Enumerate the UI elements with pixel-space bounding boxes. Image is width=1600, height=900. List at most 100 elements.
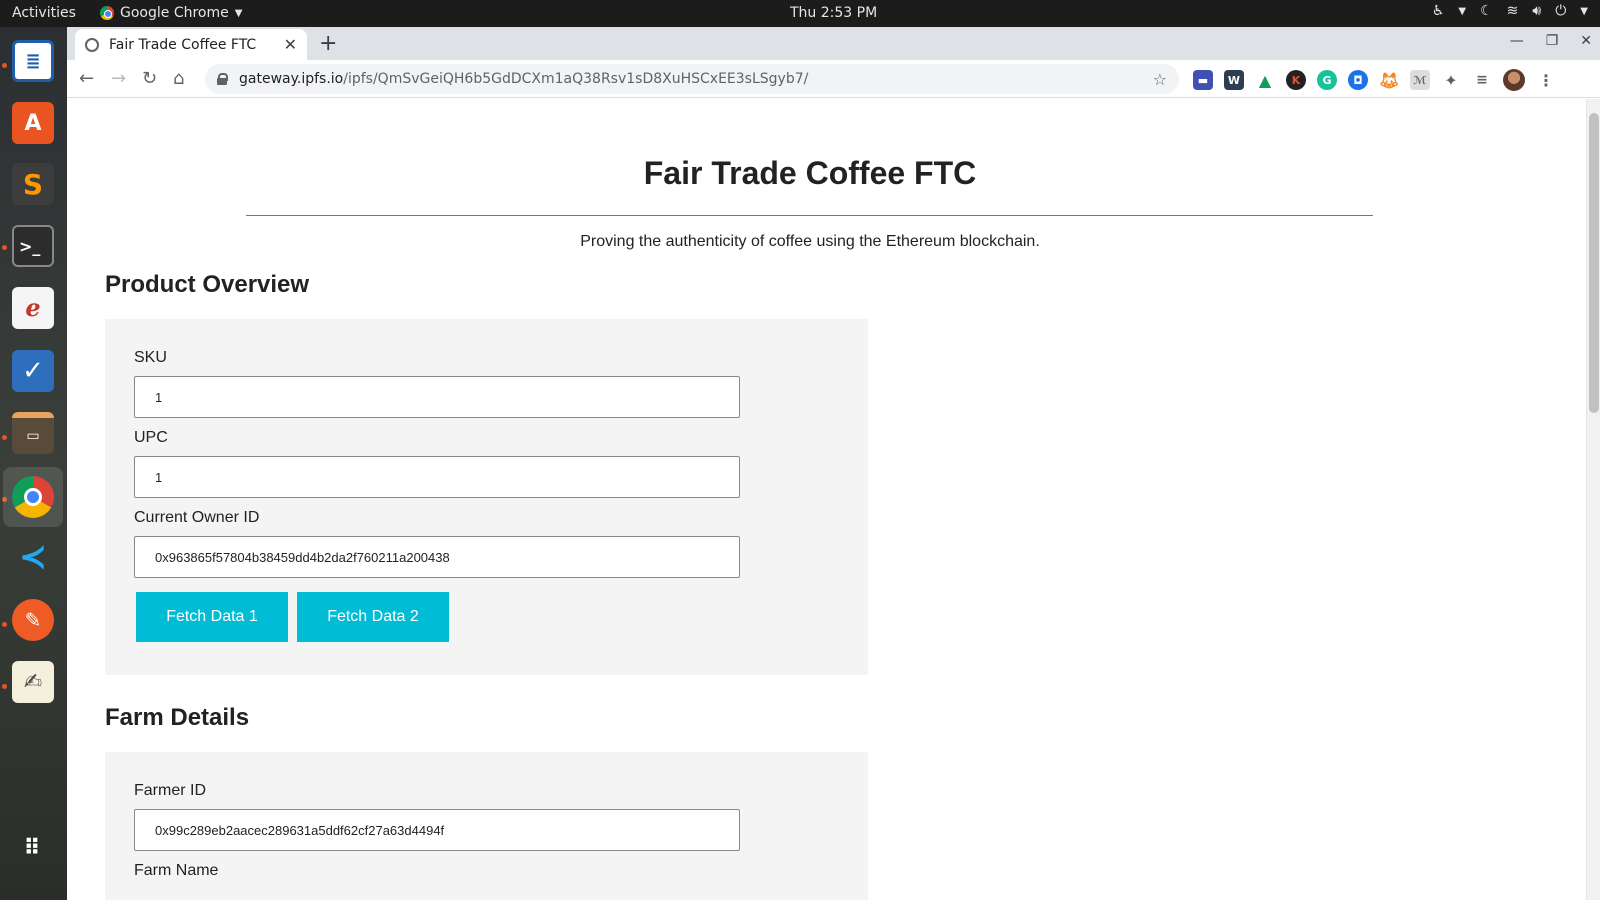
page-subtitle: Proving the authenticity of coffee using… — [580, 233, 1040, 250]
vscode-icon: ≺ — [18, 537, 48, 577]
farm-name-label: Farm Name — [134, 862, 219, 879]
bookmark-star-icon[interactable]: ☆ — [1153, 70, 1167, 89]
farm-details-panel: Farmer ID Farm Name — [105, 752, 868, 900]
chrome-small-icon — [100, 6, 114, 20]
extension-blue-icon[interactable]: ◘ — [1348, 70, 1368, 90]
farmer-id-input[interactable] — [134, 809, 740, 851]
document-viewer-launcher[interactable]: ℯ — [9, 284, 57, 332]
evince-icon: ℯ — [12, 287, 54, 329]
close-icon[interactable]: ✕ — [284, 35, 297, 54]
fetch-data-1-button[interactable]: Fetch Data 1 — [136, 592, 288, 642]
globe-icon — [85, 37, 99, 52]
sku-label: SKU — [134, 349, 167, 366]
files-icon: ▭ — [12, 412, 54, 454]
window-controls: — ❐ ✕ — [1510, 33, 1592, 49]
url-host: gateway.ipfs.io — [239, 71, 344, 87]
text-editor-icon: ✍ — [12, 661, 54, 703]
farm-details-heading: Farm Details — [105, 704, 250, 731]
extension-bookmark-icon[interactable]: ▬ — [1193, 70, 1213, 90]
dock: ≣ A S >_ ℯ ✓ ▭ ≺ ✎ ✍ ⠿ — [0, 27, 67, 900]
postman-icon: ✎ — [12, 599, 54, 641]
extension-web3-icon[interactable]: W — [1224, 70, 1244, 90]
minimize-icon[interactable]: — — [1510, 33, 1524, 49]
app-menu-label: Google Chrome — [120, 5, 229, 21]
running-indicator — [2, 435, 7, 440]
chevron-down-icon: ▼ — [234, 7, 243, 19]
tab-strip: Fair Trade Coffee FTC ✕ + — ❐ ✕ — [67, 27, 1600, 60]
page-scrollbar[interactable] — [1586, 99, 1600, 900]
chevron-down-icon: ▼ — [1580, 5, 1588, 17]
text-editor-launcher[interactable]: ✍ — [9, 658, 57, 706]
fetch-data-2-button[interactable]: Fetch Data 2 — [297, 592, 449, 642]
sku-input[interactable] — [134, 376, 740, 418]
media-control-icon[interactable]: ≡ — [1472, 70, 1492, 90]
chevron-down-icon: ▼ — [1458, 5, 1467, 17]
tab-active[interactable]: Fair Trade Coffee FTC ✕ — [75, 29, 307, 60]
current-owner-input[interactable] — [134, 536, 740, 578]
volume-icon: 🔊︎ — [1532, 3, 1542, 19]
chrome-window: Fair Trade Coffee FTC ✕ + — ❐ ✕ ← → ↻ ⌂ … — [67, 27, 1600, 900]
system-tray[interactable]: ♿ ▼ ☾ ≋ 🔊︎ ⏻ ▼ — [1432, 3, 1588, 19]
running-indicator — [2, 63, 7, 68]
lock-icon[interactable] — [217, 73, 228, 85]
profile-avatar[interactable] — [1503, 69, 1525, 91]
title-divider — [246, 215, 1373, 216]
browser-toolbar: ← → ↻ ⌂ gateway.ipfs.io /ipfs/QmSvGeiQH6… — [67, 60, 1600, 98]
extension-gray-icon[interactable]: ℳ — [1410, 70, 1430, 90]
terminal-launcher[interactable]: >_ — [9, 222, 57, 270]
restore-icon[interactable]: ❐ — [1546, 33, 1559, 49]
files-launcher[interactable]: ▭ — [9, 409, 57, 457]
chrome-launcher[interactable] — [3, 467, 63, 527]
ubuntu-software-launcher[interactable]: A — [9, 99, 57, 147]
extensions-area: ▬ W ▲ K G ◘ 🦊︎ ℳ ✦ ≡ ⋮ — [1193, 69, 1556, 91]
chrome-icon — [12, 476, 54, 518]
ubuntu-software-icon: A — [12, 102, 54, 144]
tasks-launcher[interactable]: ✓ — [9, 347, 57, 395]
reload-icon[interactable]: ↻ — [142, 68, 157, 89]
libreoffice-writer-icon: ≣ — [12, 40, 54, 82]
close-window-icon[interactable]: ✕ — [1580, 33, 1592, 49]
back-icon[interactable]: ← — [79, 68, 94, 89]
show-applications-button[interactable]: ⠿ — [9, 825, 57, 873]
clock[interactable]: Thu 2:53 PM — [790, 5, 877, 21]
running-indicator — [2, 245, 7, 250]
metamask-icon[interactable]: 🦊︎ — [1379, 70, 1399, 90]
gnome-top-bar: Activities Google Chrome ▼ Thu 2:53 PM ♿… — [0, 0, 1600, 27]
terminal-icon: >_ — [12, 225, 54, 267]
extensions-puzzle-icon[interactable]: ✦ — [1441, 70, 1461, 90]
show-apps-icon: ⠿ — [23, 836, 43, 861]
upc-label: UPC — [134, 429, 168, 446]
new-tab-button[interactable]: + — [319, 31, 337, 56]
product-overview-heading: Product Overview — [105, 271, 310, 298]
farmer-id-label: Farmer ID — [134, 782, 206, 799]
sublime-text-launcher[interactable]: S — [9, 160, 57, 208]
address-bar[interactable]: gateway.ipfs.io /ipfs/QmSvGeiQH6b5GdDCXm… — [205, 64, 1179, 94]
extension-k-icon[interactable]: K — [1286, 70, 1306, 90]
current-owner-label: Current Owner ID — [134, 509, 260, 526]
running-indicator — [2, 684, 7, 689]
postman-launcher[interactable]: ✎ — [9, 596, 57, 644]
scrollbar-thumb[interactable] — [1589, 113, 1599, 413]
tasks-icon: ✓ — [12, 350, 54, 392]
running-indicator — [2, 622, 7, 627]
kebab-menu-icon[interactable]: ⋮ — [1536, 70, 1556, 90]
wifi-icon: ≋ — [1506, 3, 1519, 19]
product-overview-panel: SKU UPC Current Owner ID Fetch Data 1 Fe… — [105, 319, 868, 675]
app-menu[interactable]: Google Chrome ▼ — [100, 5, 242, 21]
google-drive-icon[interactable]: ▲ — [1255, 70, 1275, 90]
upc-input[interactable] — [134, 456, 740, 498]
forward-icon[interactable]: → — [111, 68, 126, 89]
night-light-icon: ☾ — [1480, 3, 1493, 19]
tab-title: Fair Trade Coffee FTC — [109, 36, 257, 53]
home-icon[interactable]: ⌂ — [173, 68, 184, 89]
accessibility-icon[interactable]: ♿ — [1432, 3, 1445, 19]
sublime-text-icon: S — [12, 163, 54, 205]
vscode-launcher[interactable]: ≺ — [9, 533, 57, 581]
libreoffice-writer-launcher[interactable]: ≣ — [9, 37, 57, 85]
grammarly-icon[interactable]: G — [1317, 70, 1337, 90]
power-icon[interactable]: ⏻ — [1555, 3, 1566, 19]
activities-button[interactable]: Activities — [12, 5, 76, 21]
page-title: Fair Trade Coffee FTC — [643, 155, 977, 191]
page-viewport: Fair Trade Coffee FTC Proving the authen… — [67, 99, 1600, 900]
url-path: /ipfs/QmSvGeiQH6b5GdDCXm1aQ38Rsv1sD8XuHS… — [343, 71, 809, 87]
